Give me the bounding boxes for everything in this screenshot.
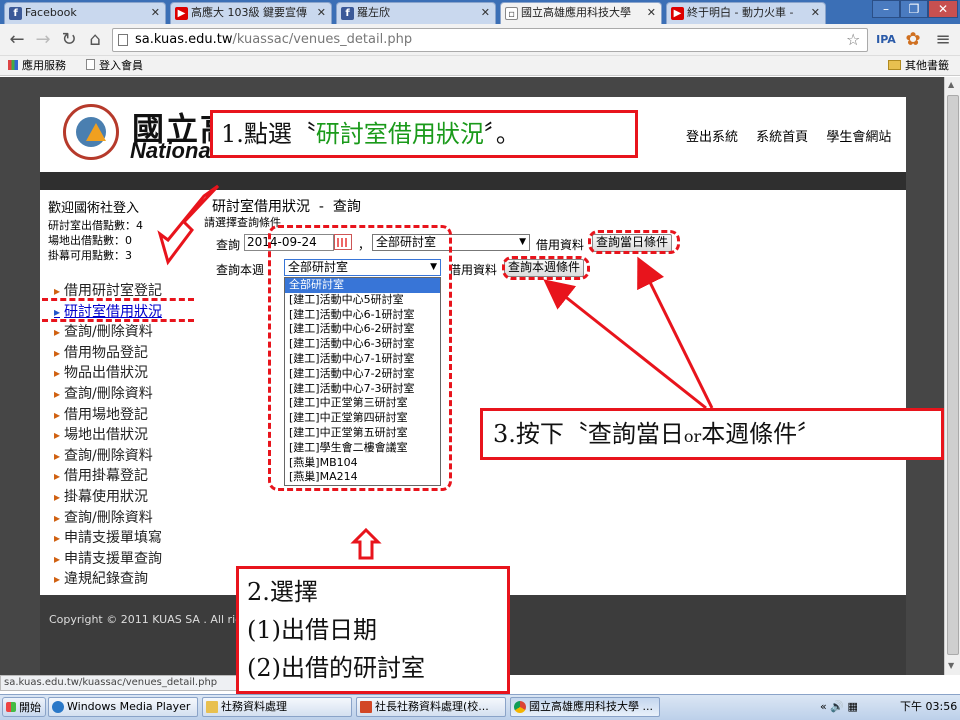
- step2-callout: 2.選擇 (1)出借日期 (2)出借的研討室: [236, 566, 510, 694]
- highlight-room-dropdown: [268, 225, 452, 491]
- tab-kuas[interactable]: ▫ 國立高雄應用科技大學 ✕: [500, 2, 662, 24]
- step3-or: or: [683, 427, 702, 446]
- tab-label: 國立高雄應用科技大學: [521, 6, 631, 19]
- step2-line-1: 2.選擇: [247, 578, 318, 606]
- step2-line-2: (1)出借日期: [247, 616, 377, 644]
- step1-callout: 1.點選〝研討室借用狀況〞。: [210, 110, 638, 158]
- highlight-week-button: [502, 256, 590, 280]
- step1-prefix: 1.點選〝: [221, 120, 316, 148]
- close-icon[interactable]: ✕: [647, 3, 656, 23]
- step2-line-3: (2)出借的研討室: [247, 654, 425, 682]
- highlight-day-button: [588, 230, 680, 254]
- page-icon: ▫: [505, 7, 518, 20]
- step1-suffix: 〞。: [483, 120, 520, 148]
- step1-highlight: 研討室借用狀況: [315, 120, 484, 148]
- step3-callout: 3.按下〝查詢當日or本週條件〞: [480, 408, 944, 460]
- step3-prefix: 3.按下〝查詢當日: [493, 420, 684, 448]
- step1-arrow-icon: [157, 184, 220, 266]
- highlight-menu-bottom: [42, 319, 194, 322]
- step3-suffix: 本週條件〞: [701, 420, 822, 448]
- highlight-menu-top: [42, 298, 194, 301]
- step2-arrow-icon: [350, 527, 382, 560]
